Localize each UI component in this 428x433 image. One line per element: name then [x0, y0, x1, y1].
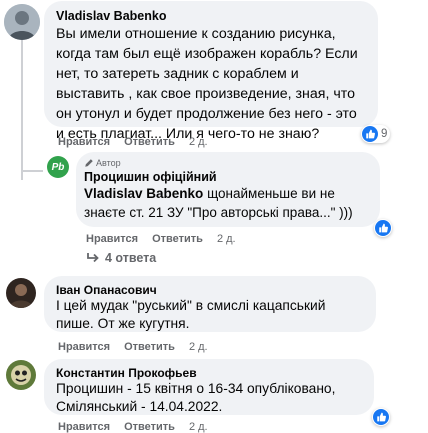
avatar[interactable] — [6, 360, 36, 390]
reaction-summary[interactable]: 9 — [361, 125, 391, 143]
like-button[interactable]: Нравится — [58, 136, 110, 148]
comment-author[interactable]: Константин Прокофьев — [56, 366, 362, 380]
timestamp[interactable]: 2 д. — [189, 341, 208, 353]
avatar-photo — [4, 4, 40, 40]
comment-text: Vladislav Babenko щонайменьше ви не знає… — [84, 186, 353, 220]
comment-author[interactable]: Vladislav Babenko — [56, 9, 366, 23]
mention-link[interactable]: Vladislav Babenko — [84, 186, 203, 201]
like-icon — [362, 126, 378, 142]
like-button[interactable]: Нравится — [58, 341, 110, 353]
reply-arrow-icon — [87, 253, 99, 263]
avatar-photo — [6, 278, 36, 308]
like-icon — [375, 220, 391, 236]
comment-author[interactable]: Процишин офіційний — [84, 170, 372, 184]
reply-button[interactable]: Ответить — [152, 233, 203, 245]
comment-actions: Нравится Ответить 2 д. — [58, 136, 222, 148]
avatar[interactable] — [4, 4, 40, 40]
thread-curve — [21, 170, 43, 172]
pen-icon — [85, 159, 93, 167]
comment-bubble: Vladislav Babenko Вы имели отношение к с… — [44, 1, 378, 142]
timestamp[interactable]: 2 д. — [217, 233, 236, 245]
thread-line — [21, 38, 23, 180]
author-avatar[interactable]: Pb — [47, 156, 69, 178]
reaction-count: 9 — [381, 128, 388, 140]
comment-author[interactable]: Іван Опанасович — [56, 283, 364, 297]
like-button[interactable]: Нравится — [86, 233, 138, 245]
reaction-summary[interactable] — [372, 408, 390, 426]
reaction-summary[interactable] — [374, 219, 392, 237]
like-icon — [373, 409, 389, 425]
reply-button[interactable]: Ответить — [124, 421, 175, 433]
reply-button[interactable]: Ответить — [124, 136, 175, 148]
comment-bubble: Іван Опанасович І цей мудак "руський" в … — [44, 276, 376, 332]
comment-bubble: Автор Процишин офіційний Vladislav Baben… — [76, 152, 380, 227]
avatar-initials: Pb — [51, 161, 65, 173]
view-replies-button[interactable]: 4 ответа — [86, 251, 156, 265]
avatar-photo — [6, 360, 36, 390]
reply-button[interactable]: Ответить — [124, 341, 175, 353]
comment-bubble: Константин Прокофьев Процишин - 15 квітн… — [44, 359, 374, 415]
comment-actions: Нравится Ответить 2 д. — [86, 233, 250, 245]
timestamp[interactable]: 2 д. — [189, 136, 208, 148]
comment-text: І цей мудак "руський" в смислі кацапськи… — [56, 298, 326, 331]
comment-actions: Нравится Ответить 2 д. — [58, 421, 222, 433]
comment-actions: Нравится Ответить 2 д. — [58, 341, 222, 353]
timestamp[interactable]: 2 д. — [189, 421, 208, 433]
comment-text: Процишин - 15 квітня о 16-34 опублікован… — [56, 381, 336, 414]
avatar[interactable] — [6, 278, 36, 308]
like-button[interactable]: Нравится — [58, 421, 110, 433]
author-badge: Автор — [84, 158, 372, 168]
comment-text: Вы имели отношение к созданию рисунка, к… — [56, 26, 358, 142]
